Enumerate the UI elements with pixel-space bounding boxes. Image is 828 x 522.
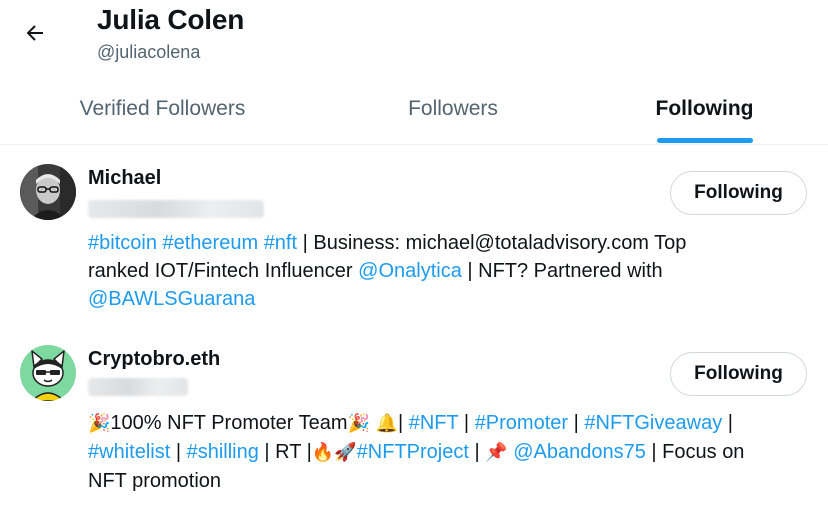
- bio-line: NFT promotion: [88, 467, 808, 495]
- fire-rocket-emoji: 🔥🚀: [311, 442, 357, 463]
- bio-line: 🎉100% NFT Promoter Team🎉 🔔| #NFT | #Prom…: [88, 409, 808, 438]
- hashtag-link[interactable]: #whitelist: [88, 441, 170, 463]
- avatar-photo: [20, 164, 76, 220]
- mention-link[interactable]: @Abandons75: [513, 441, 646, 463]
- bio-text: |: [397, 412, 409, 434]
- bio-line: ranked IOT/Fintech Influencer @Onalytica…: [88, 257, 808, 285]
- back-button[interactable]: [16, 14, 54, 52]
- bio-text: |: [722, 412, 733, 434]
- bio-line: #bitcoin #ethereum #nft | Business: mich…: [88, 229, 808, 257]
- hashtag-link[interactable]: #NFTGiveaway: [584, 412, 722, 434]
- bio-text: |: [468, 441, 486, 463]
- tab-label: Following: [655, 96, 754, 120]
- tab-label: Verified Followers: [79, 96, 246, 120]
- hashtag-link[interactable]: #ethereum: [163, 232, 259, 254]
- user-bio: #bitcoin #ethereum #nft | Business: mich…: [88, 229, 808, 313]
- bio-text: | Focus on: [645, 441, 745, 463]
- avatar[interactable]: [20, 345, 76, 401]
- bio-text: NFT promotion: [88, 470, 222, 492]
- bio-text: |: [170, 441, 187, 463]
- party-popper-emoji: 🎉: [88, 413, 111, 434]
- following-button[interactable]: Following: [670, 352, 807, 396]
- tab-following[interactable]: Following: [581, 78, 828, 145]
- bio-text: |: [568, 412, 585, 434]
- bio-line: @BAWLSGuarana: [88, 285, 808, 313]
- bio-text: | Business: michael@totaladvisory.com To…: [297, 232, 687, 254]
- user-display-name[interactable]: Cryptobro.eth: [88, 348, 220, 371]
- active-tab-indicator: [656, 138, 753, 143]
- bio-text: |: [458, 412, 475, 434]
- bio-text: | NFT? Partnered with: [461, 260, 663, 282]
- hashtag-link[interactable]: #shilling: [187, 441, 259, 463]
- user-handle-redacted: [88, 200, 264, 218]
- bio-line: #whitelist | #shilling | RT |🔥🚀#NFTProje…: [88, 438, 808, 467]
- pushpin-emoji: 📌: [485, 442, 508, 463]
- avatar-image: [20, 345, 76, 401]
- user-cell[interactable]: Cryptobro.eth Following 🎉100% NFT Promot…: [0, 327, 828, 522]
- profile-name: Julia Colen: [97, 4, 245, 35]
- avatar[interactable]: [20, 164, 76, 220]
- user-display-name[interactable]: Michael: [88, 167, 161, 190]
- user-bio: 🎉100% NFT Promoter Team🎉 🔔| #NFT | #Prom…: [88, 409, 808, 495]
- bio-text: | RT |: [258, 441, 312, 463]
- tab-followers[interactable]: Followers: [325, 78, 581, 145]
- arrow-left-icon: [26, 25, 43, 41]
- following-button[interactable]: Following: [670, 171, 807, 215]
- profile-header: Julia Colen @juliacolena Verified Follow…: [0, 0, 828, 145]
- tab-bar: Verified Followers Followers Following: [0, 78, 828, 145]
- user-handle-redacted: [88, 378, 188, 396]
- bio-text: ranked IOT/Fintech Influencer: [88, 260, 359, 282]
- hashtag-link[interactable]: #NFTProject: [357, 441, 469, 463]
- profile-handle: @juliacolena: [97, 42, 201, 62]
- tab-verified-followers[interactable]: Verified Followers: [0, 78, 325, 145]
- mention-link[interactable]: @BAWLSGuarana: [88, 288, 255, 310]
- bio-text: 100% NFT Promoter Team: [110, 412, 348, 434]
- user-cell[interactable]: Michael Following #bitcoin #ethereum #nf…: [0, 146, 828, 326]
- tab-label: Followers: [408, 96, 498, 120]
- hashtag-link[interactable]: #NFT: [409, 412, 459, 434]
- hashtag-link[interactable]: #Promoter: [475, 412, 568, 434]
- party-popper-emoji: 🎉: [347, 413, 370, 434]
- bell-emoji: 🔔: [375, 413, 398, 434]
- hashtag-link[interactable]: #nft: [264, 232, 297, 254]
- hashtag-link[interactable]: #bitcoin: [88, 232, 157, 254]
- mention-link[interactable]: @Onalytica: [358, 260, 462, 282]
